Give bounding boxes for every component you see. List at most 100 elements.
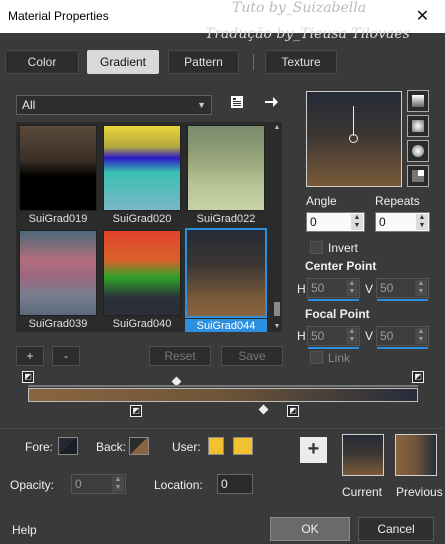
center-h-value: 50 [311, 281, 325, 295]
user-label: User: [172, 440, 201, 454]
arrow-right-icon[interactable] [260, 94, 282, 114]
tab-texture[interactable]: Texture [265, 50, 337, 74]
location-input[interactable]: 0 [217, 474, 253, 494]
angle-input[interactable]: 0 ▲ ▼ [306, 212, 365, 232]
category-selected: All [22, 98, 36, 112]
center-v-slider[interactable] [377, 299, 428, 301]
gallery-item[interactable]: SuiGrad022 [187, 125, 265, 226]
back-color-chip[interactable] [129, 437, 149, 455]
center-h-input[interactable]: 50 ▲ ▼ [307, 278, 360, 301]
gradient-bar[interactable] [28, 388, 418, 402]
color-stop-left[interactable]: ◩ [22, 371, 34, 383]
gallery-item[interactable]: SuiGrad020 [103, 125, 181, 226]
center-h-slider[interactable] [308, 299, 359, 301]
gradient-preview[interactable] [306, 91, 402, 187]
save-button[interactable]: Save [221, 346, 283, 366]
center-v-label: V [365, 282, 374, 296]
remove-gradient-button[interactable]: - [52, 346, 80, 366]
gallery-item-label: SuiGrad040 [112, 318, 172, 330]
gradient-swatch [19, 125, 97, 211]
tab-color[interactable]: Color [5, 50, 79, 74]
gallery-item-label: SuiGrad020 [112, 213, 172, 225]
gradient-swatch [19, 230, 97, 316]
direction-handle[interactable] [353, 106, 354, 136]
invert-checkbox[interactable] [310, 241, 323, 254]
center-v-input[interactable]: 50 ▲ ▼ [376, 278, 429, 301]
center-handle[interactable] [349, 134, 358, 143]
repeats-value: 0 [379, 215, 386, 229]
scroll-up-icon[interactable]: ▲ [272, 124, 282, 131]
category-dropdown[interactable]: All ▼ [16, 95, 212, 115]
focal-v-label: V [365, 329, 374, 343]
add-gradient-button[interactable]: + [16, 346, 44, 366]
gallery-item-selected[interactable]: SuiGrad044 [185, 228, 267, 332]
spinner-arrows-icon[interactable]: ▲ ▼ [415, 328, 427, 344]
location-value: 0 [221, 477, 228, 491]
library-icon[interactable] [226, 94, 248, 114]
gallery-item-label: SuiGrad022 [196, 213, 256, 225]
tab-pattern[interactable]: Pattern [168, 50, 239, 74]
color-stop-right[interactable]: ◩ [412, 371, 424, 383]
style-linear-button[interactable] [407, 90, 429, 112]
focal-point-label: Focal Point [305, 307, 370, 321]
help-link[interactable]: Help [12, 523, 37, 537]
previous-swatch[interactable] [395, 434, 437, 476]
opacity-track [28, 385, 418, 387]
opacity-label: Opacity: [10, 478, 55, 492]
ok-button[interactable]: OK [270, 517, 350, 541]
tab-gradient[interactable]: Gradient [87, 50, 159, 74]
style-rectangular-button[interactable] [407, 115, 429, 137]
window-title: Material Properties [8, 9, 109, 23]
spinner-arrows-icon[interactable]: ▲ ▼ [346, 328, 358, 344]
spinner-arrows-icon[interactable]: ▲ ▼ [416, 214, 428, 230]
fore-label: Fore: [25, 440, 54, 454]
spinner-arrows-icon[interactable]: ▲ ▼ [346, 280, 358, 296]
radial-style-icon [412, 170, 424, 182]
gallery-item[interactable]: SuiGrad019 [19, 125, 97, 226]
gallery-item[interactable]: SuiGrad039 [19, 230, 97, 331]
color-stop-middle[interactable]: ◩ [130, 405, 142, 417]
scroll-down-icon[interactable]: ▼ [272, 323, 282, 330]
color-stop-end[interactable]: ◩ [287, 405, 299, 417]
style-radial-button[interactable] [407, 165, 429, 187]
cancel-button[interactable]: Cancel [358, 517, 434, 541]
center-point-label: Center Point [305, 259, 377, 273]
rectangular-style-icon [412, 120, 424, 132]
add-swatch-button[interactable]: + [300, 437, 327, 463]
gallery-item-label: SuiGrad019 [28, 213, 88, 225]
fore-color-chip[interactable] [58, 437, 78, 455]
gallery-scrollbar[interactable]: ▲ ▼ [272, 122, 282, 332]
midpoint-handle[interactable] [258, 404, 269, 415]
watermark-line-2: Tradução by_Tieusa Tilovaes [205, 26, 410, 42]
link-checkbox[interactable] [310, 351, 323, 364]
opacity-input[interactable]: 0 ▲ ▼ [71, 474, 126, 494]
center-h-label: H [297, 282, 306, 296]
scrollbar-thumb[interactable] [274, 302, 280, 316]
reset-button[interactable]: Reset [149, 346, 211, 366]
watermark-line-1: Tuto by_Suizabella [232, 0, 367, 16]
focal-v-slider[interactable] [377, 347, 428, 349]
focal-h-slider[interactable] [308, 347, 359, 349]
focal-v-input[interactable]: 50 ▲ ▼ [376, 326, 429, 349]
style-sunburst-button[interactable] [407, 140, 429, 162]
focal-h-label: H [297, 329, 306, 343]
divider [0, 428, 445, 429]
sunburst-style-icon [412, 145, 424, 157]
spinner-arrows-icon[interactable]: ▲ ▼ [112, 476, 124, 492]
current-swatch[interactable] [342, 434, 384, 476]
spinner-arrows-icon[interactable]: ▲ ▼ [351, 214, 363, 230]
user-color-chip[interactable] [233, 437, 253, 455]
linear-style-icon [412, 95, 424, 107]
link-label: Link [328, 351, 351, 365]
gallery-item[interactable]: SuiGrad040 [103, 230, 181, 331]
user-color-chip-small[interactable] [208, 437, 224, 455]
repeats-input[interactable]: 0 ▲ ▼ [375, 212, 430, 232]
gradient-gallery: SuiGrad019 SuiGrad020 SuiGrad022 SuiGrad… [16, 122, 272, 332]
tab-separator [253, 54, 254, 70]
angle-value: 0 [310, 215, 317, 229]
back-label: Back: [96, 440, 127, 454]
spinner-arrows-icon[interactable]: ▲ ▼ [415, 280, 427, 296]
center-v-value: 50 [380, 281, 394, 295]
gallery-item-label: SuiGrad039 [28, 318, 88, 330]
focal-h-input[interactable]: 50 ▲ ▼ [307, 326, 360, 349]
